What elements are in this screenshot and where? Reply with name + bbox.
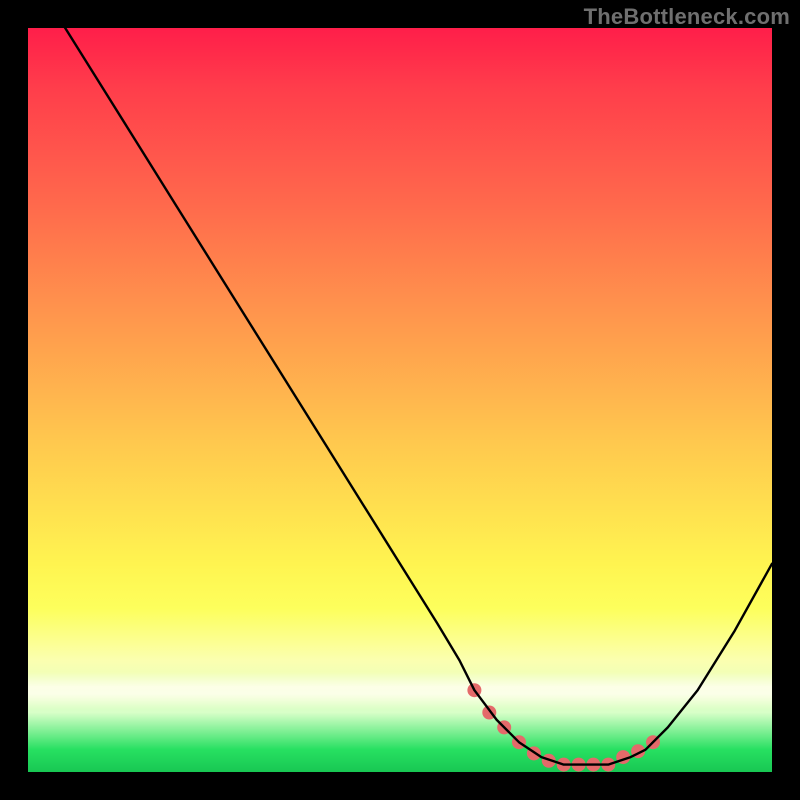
optimal-markers-group <box>467 683 660 771</box>
watermark-text: TheBottleneck.com <box>584 4 790 30</box>
plot-area <box>28 28 772 772</box>
curve-layer <box>28 28 772 772</box>
bottleneck-curve <box>28 28 772 765</box>
chart-frame: TheBottleneck.com <box>0 0 800 800</box>
